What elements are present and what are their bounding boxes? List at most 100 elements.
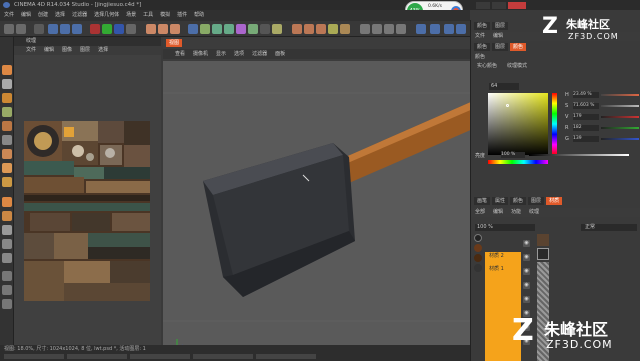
- viewport-menu-item[interactable]: 查看: [175, 49, 185, 59]
- redo-icon[interactable]: [16, 24, 26, 34]
- tab-materials[interactable]: 材质: [546, 197, 563, 205]
- extra2-icon[interactable]: [456, 24, 466, 34]
- viewport-menu-item[interactable]: 显示: [216, 49, 226, 59]
- rotate-icon[interactable]: [72, 24, 82, 34]
- s-slider[interactable]: [601, 105, 639, 107]
- color-swap-icon[interactable]: [2, 299, 12, 309]
- shape-tool-icon[interactable]: [2, 211, 12, 221]
- layout-icon[interactable]: [416, 24, 426, 34]
- undo-icon[interactable]: [4, 24, 14, 34]
- menu-item[interactable]: 模拟: [160, 10, 170, 21]
- tab-color2[interactable]: 颜色: [510, 197, 527, 205]
- camera-icon[interactable]: [260, 24, 270, 34]
- task-item[interactable]: [193, 354, 253, 359]
- tab-mode-color-active[interactable]: 颜色: [510, 43, 527, 51]
- tab-brush[interactable]: 画笔: [474, 197, 491, 205]
- gradient-tool-icon[interactable]: [2, 177, 12, 187]
- texture-menu-item[interactable]: 编辑: [44, 46, 54, 55]
- coord-icon[interactable]: [126, 24, 136, 34]
- move-icon[interactable]: [48, 24, 58, 34]
- menu-item[interactable]: 场景: [126, 10, 136, 21]
- paint-material-icon[interactable]: [328, 24, 338, 34]
- render-picture-icon[interactable]: [158, 24, 168, 34]
- light-icon[interactable]: [272, 24, 282, 34]
- texture-menu-item[interactable]: 图层: [80, 46, 90, 55]
- texture-atlas-image[interactable]: [24, 121, 150, 301]
- smudge-tool-icon[interactable]: [2, 121, 12, 131]
- menu-item[interactable]: 过滤器: [72, 10, 87, 21]
- deformer-icon[interactable]: [236, 24, 246, 34]
- v-value[interactable]: 179: [573, 114, 599, 120]
- tab-color[interactable]: 颜色: [474, 22, 491, 30]
- layers-menu-item[interactable]: 功能: [511, 208, 521, 217]
- material-thumb-1[interactable]: [474, 234, 482, 242]
- help-icon[interactable]: [430, 24, 440, 34]
- viewport-menu-item[interactable]: 摄像机: [193, 49, 208, 59]
- solid-color-option[interactable]: 实心颜色: [477, 62, 497, 69]
- color-picker-square[interactable]: [488, 93, 548, 155]
- visibility-eye-icon[interactable]: ◉: [523, 296, 530, 303]
- paint-layer-icon[interactable]: [316, 24, 326, 34]
- maximize-button[interactable]: [492, 2, 506, 9]
- render-settings-icon[interactable]: [170, 24, 180, 34]
- eraser-tool-icon[interactable]: [2, 79, 12, 89]
- scale-icon[interactable]: [60, 24, 70, 34]
- axis-y-icon[interactable]: [102, 24, 112, 34]
- menu-item[interactable]: 帮助: [194, 10, 204, 21]
- paint-texture-icon[interactable]: [372, 24, 382, 34]
- task-item[interactable]: [256, 354, 316, 359]
- paint-uv-icon[interactable]: [360, 24, 370, 34]
- tab-layer[interactable]: 图层: [492, 22, 509, 30]
- brightness-value[interactable]: 100 %: [501, 152, 525, 158]
- texture-menu-item[interactable]: 文件: [26, 46, 36, 55]
- array-icon[interactable]: [224, 24, 234, 34]
- menu-item[interactable]: 创建: [38, 10, 48, 21]
- hue-strip[interactable]: [552, 93, 557, 155]
- menu-item[interactable]: 插件: [177, 10, 187, 21]
- extra-icon[interactable]: [444, 24, 454, 34]
- material-thumb-3[interactable]: [474, 254, 482, 262]
- axis-x-icon[interactable]: [90, 24, 100, 34]
- paint-filter-icon[interactable]: [384, 24, 394, 34]
- g-value[interactable]: 139: [573, 136, 599, 142]
- menu-item[interactable]: 工具: [143, 10, 153, 21]
- menu-item[interactable]: 文件: [4, 10, 14, 21]
- axis-z-icon[interactable]: [114, 24, 124, 34]
- lasso-tool-icon[interactable]: [2, 239, 12, 249]
- texture-menu-item[interactable]: 图像: [62, 46, 72, 55]
- fill-bucket-icon[interactable]: [2, 163, 12, 173]
- material-thumb-2[interactable]: [474, 244, 482, 252]
- task-item[interactable]: [130, 354, 190, 359]
- texture-mode-option[interactable]: 纹理模式: [507, 62, 527, 69]
- viewport-menu-item[interactable]: 面板: [275, 49, 285, 59]
- visibility-eye-icon[interactable]: ◉: [523, 268, 530, 275]
- subdivision-icon[interactable]: [212, 24, 222, 34]
- task-item[interactable]: [4, 354, 64, 359]
- environment-icon[interactable]: [248, 24, 258, 34]
- tab-mode-color[interactable]: 颜色: [474, 43, 491, 51]
- r-value[interactable]: 182: [573, 125, 599, 131]
- cube-icon[interactable]: [188, 24, 198, 34]
- tab-mode-layer[interactable]: 图层: [492, 43, 509, 51]
- spectrum-bar[interactable]: [488, 160, 548, 164]
- fill-tool-icon[interactable]: [2, 93, 12, 103]
- h-value[interactable]: 23.49 %: [573, 92, 599, 98]
- viewport-menu-item[interactable]: 选项: [234, 49, 244, 59]
- menu-item[interactable]: 选择: [55, 10, 65, 21]
- blur-tool-icon[interactable]: [2, 135, 12, 145]
- layers-menu-item[interactable]: 全部: [475, 208, 485, 217]
- visibility-eye-icon[interactable]: ◉: [523, 254, 530, 261]
- color-menu-item[interactable]: 编辑: [493, 32, 503, 41]
- clone-tool-icon[interactable]: [2, 107, 12, 117]
- close-button[interactable]: [508, 2, 526, 9]
- layers-menu-item[interactable]: 纹理: [529, 208, 539, 217]
- 3d-viewport-canvas[interactable]: [163, 61, 470, 361]
- g-slider[interactable]: [601, 138, 639, 140]
- hand-tool-icon[interactable]: [2, 271, 12, 281]
- menu-item[interactable]: 编辑: [21, 10, 31, 21]
- minimize-button[interactable]: [476, 2, 490, 9]
- wand-tool-icon[interactable]: [2, 253, 12, 263]
- task-item[interactable]: [67, 354, 127, 359]
- paint-projection-icon[interactable]: [340, 24, 350, 34]
- layers-menu-item[interactable]: 编辑: [493, 208, 503, 217]
